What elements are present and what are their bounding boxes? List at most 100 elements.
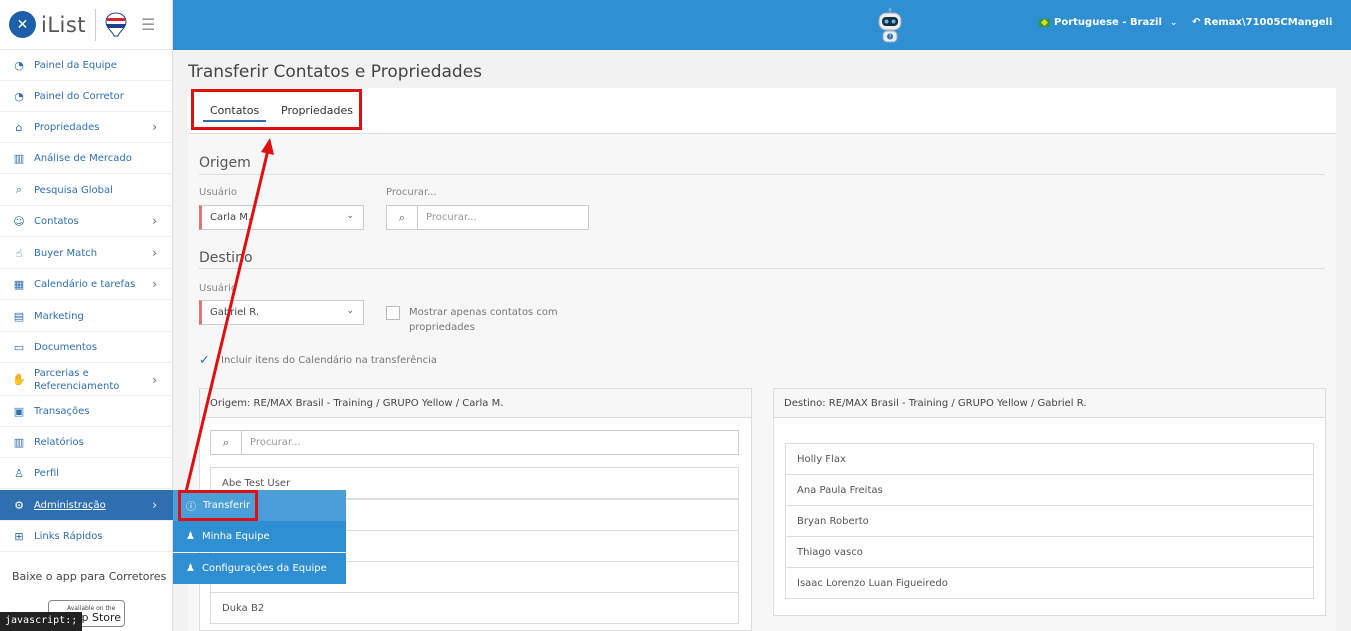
user-logout-link[interactable]: ↶ Remax\71005CMangeli (1192, 17, 1332, 28)
submenu-minha-equipe[interactable]: ♟ Minha Equipe (173, 521, 346, 552)
tabs-highlight-box (191, 89, 362, 130)
ilist-logo-icon[interactable]: ✕ (9, 11, 36, 38)
sidebar-item-label: Análise de Mercado (34, 152, 132, 164)
sidebar-item-label: Buyer Match (34, 247, 98, 259)
sidebar-item-relatorios[interactable]: ▥ Relatórios (0, 427, 173, 458)
sidebar-item-label: Calendário e tarefas (34, 278, 136, 290)
submenu-label: Minha Equipe (201, 531, 270, 542)
sidebar-item-contatos[interactable]: ☺ Contatos › (0, 206, 173, 237)
ilist-logo-text[interactable]: iList (41, 13, 86, 37)
sidebar-item-label: Parcerias e Referenciamento (34, 367, 120, 392)
hamburger-menu-icon[interactable]: ☰ (141, 15, 155, 34)
dashboard-icon: ◔ (14, 89, 24, 103)
transferir-highlight-box (178, 490, 258, 521)
sidebar-item-parcerias[interactable]: ✋ Parcerias e Referenciamento › (0, 364, 173, 396)
search-icon[interactable]: ⌕ (387, 206, 418, 229)
sidebar-item-pesquisa-global[interactable]: ⌕ Pesquisa Global (0, 175, 173, 206)
chevron-right-icon: › (152, 372, 157, 387)
dest-panel-header: Destino: RE/MAX Brasil - Training / GRUP… (774, 389, 1325, 418)
sidebar-item-painel-corretor[interactable]: ◔ Painel do Corretor (0, 81, 173, 112)
origem-user-select[interactable]: Carla M. ⌄ (199, 205, 364, 230)
team-icon: ♟ (186, 563, 195, 574)
dest-list-item[interactable]: Holly Flax (785, 443, 1314, 475)
sidebar-item-label: Contatos (34, 215, 79, 227)
only-with-properties-checkbox[interactable] (386, 306, 400, 320)
status-bar-url: javascript:; (0, 612, 83, 631)
sidebar-item-label: Perfil (34, 467, 60, 479)
sidebar-item-calendario[interactable]: ▦ Calendário e tarefas › (0, 269, 173, 300)
only-with-properties-label: Mostrar apenas contatos com propriedades (409, 307, 558, 333)
folder-icon: ▭ (13, 340, 25, 354)
chevron-right-icon: › (152, 214, 157, 228)
sidebar-item-administracao[interactable]: ⚙ Administração › (0, 490, 173, 521)
user-icon: ♙ (14, 466, 24, 480)
sidebar-item-label: Pesquisa Global (34, 184, 113, 196)
search-icon[interactable]: ⌕ (211, 431, 242, 454)
sidebar-item-label: Painel do Corretor (34, 90, 124, 102)
destino-title: Destino (199, 250, 253, 266)
app-promo-text: Baixe o app para Corretores (12, 570, 167, 583)
sidebar-item-label: Propriedades (34, 121, 100, 133)
sidebar-item-analise-mercado[interactable]: ▥ Análise de Mercado (0, 143, 173, 174)
team-icon: ♟ (186, 531, 195, 542)
sidebar-item-perfil[interactable]: ♙ Perfil (0, 458, 173, 489)
contacts-icon: ☺ (13, 214, 25, 228)
chevron-right-icon: › (152, 498, 157, 512)
destino-user-value: Gabriel R. (210, 307, 259, 318)
chevron-right-icon: › (152, 246, 157, 260)
origem-user-value: Carla M. (210, 212, 252, 223)
bar-chart-icon: ▥ (13, 435, 25, 449)
calendar-icon: ▦ (13, 277, 25, 291)
origin-list-search-input[interactable]: Procurar... (242, 431, 738, 454)
origin-panel-header: Origem: RE/MAX Brasil - Training / GRUPO… (200, 389, 751, 418)
origem-search-input[interactable]: Procurar... (418, 206, 588, 229)
sidebar-item-propriedades[interactable]: ⌂ Propriedades › (0, 112, 173, 143)
sidebar-item-documentos[interactable]: ▭ Documentos (0, 332, 173, 363)
sidebar-item-transacoes[interactable]: ▣ Transações (0, 396, 173, 427)
include-calendar-label: Incluir itens do Calendário na transferê… (221, 355, 438, 366)
chevron-right-icon: › (152, 120, 157, 134)
gift-icon: ⊞ (14, 529, 24, 543)
origem-user-label: Usuário (199, 187, 238, 198)
transfer-panel: Contatos Propriedades Origem Usuário Car… (188, 88, 1336, 631)
submenu-label: Configurações da Equipe (201, 563, 327, 574)
submenu-configuracoes-equipe[interactable]: ♟ Configurações da Equipe (173, 553, 346, 584)
dest-list-item[interactable]: Isaac Lorenzo Luan Figueiredo (785, 567, 1314, 599)
dashboard-icon: ◔ (14, 58, 24, 72)
remax-balloon-logo (105, 11, 127, 36)
dest-list-item[interactable]: Bryan Roberto (785, 505, 1314, 537)
divider (199, 174, 1325, 175)
brazil-flag-icon (1039, 18, 1050, 27)
sidebar-item-label: Painel da Equipe (34, 59, 117, 71)
destino-user-select[interactable]: Gabriel R. ⌄ (199, 300, 364, 325)
briefcase-icon: ▣ (13, 404, 25, 418)
sidebar-item-links-rapidos[interactable]: ⊞ Links Rápidos (0, 521, 173, 552)
robot-assistant-icon[interactable]: ? (875, 8, 905, 44)
page-title: Transferir Contatos e Propriedades (188, 62, 483, 82)
user-name: Remax\71005CMangeli (1203, 17, 1333, 28)
sidebar-item-painel-equipe[interactable]: ◔ Painel da Equipe (0, 50, 173, 81)
sidebar-item-label: Relatórios (34, 436, 84, 448)
sidebar-item-label: Administração (34, 499, 106, 511)
sidebar-item-label: Transações (34, 405, 90, 417)
dest-list-item[interactable]: Thiago vasco (785, 536, 1314, 568)
dest-list-panel: Destino: RE/MAX Brasil - Training / GRUP… (773, 388, 1326, 616)
destino-user-label: Usuário (199, 283, 238, 294)
chevron-down-icon: ⌄ (346, 306, 354, 316)
sidebar-item-label: Documentos (34, 341, 98, 353)
language-label: Portuguese - Brazil (1054, 17, 1162, 28)
dest-list-item[interactable]: Ana Paula Freitas (785, 474, 1314, 506)
handshake-icon: ✋ (12, 373, 26, 386)
newspaper-icon: ▤ (13, 309, 25, 323)
top-header: ? Portuguese - Brazil ⌄ ↶ Remax\71005CMa… (173, 0, 1351, 50)
include-calendar-check-icon[interactable]: ✓ (199, 353, 210, 368)
home-icon: ⌂ (15, 120, 23, 134)
bar-chart-icon: ▥ (13, 151, 25, 165)
sidebar-item-marketing[interactable]: ▤ Marketing (0, 301, 173, 332)
origin-list-item[interactable]: Duka B2 (210, 592, 739, 624)
language-selector[interactable]: Portuguese - Brazil ⌄ (1039, 17, 1177, 28)
logo-divider (95, 8, 97, 41)
svg-text:?: ? (889, 35, 892, 41)
sidebar-item-buyer-match[interactable]: ☝ Buyer Match › (0, 238, 173, 269)
divider (199, 268, 1325, 269)
